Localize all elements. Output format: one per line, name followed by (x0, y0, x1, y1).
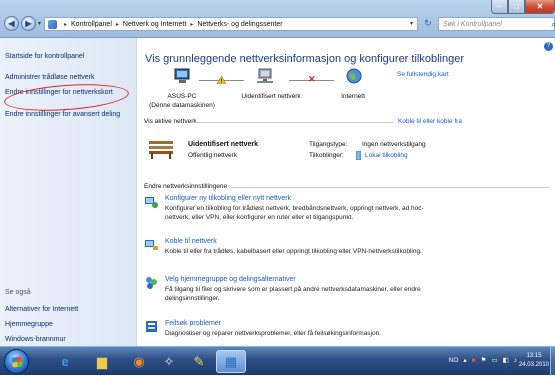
control-panel-icon (48, 19, 57, 29)
connect-disconnect-link[interactable]: Koble til eller koble fra (398, 118, 462, 125)
task-description: Koble til eller fra trådløs, kabelbasert… (165, 248, 422, 255)
troubleshoot-icon (146, 321, 157, 332)
see-full-map-link[interactable]: Se fullstendig kart (397, 71, 449, 78)
active-network-type[interactable]: Offentlig nettverk (188, 152, 237, 159)
sidebar-link-control-panel-home[interactable]: Startside for kontrollpanel (5, 53, 84, 62)
local-connection-icon (355, 150, 362, 162)
volume-icon[interactable]: ♪ (514, 357, 517, 364)
network-setup-icon (145, 197, 158, 208)
local-connection-link[interactable]: Lokal tilkobling (365, 152, 408, 159)
paint-app-icon[interactable]: ✎ (184, 350, 214, 373)
section-divider (193, 122, 393, 123)
history-dropdown-icon[interactable]: ▾ (38, 20, 41, 27)
globe-icon (346, 68, 362, 86)
forward-arrow-icon[interactable]: ▶ (21, 16, 36, 31)
connections-label: Tilkoblinger: (309, 152, 344, 159)
sidebar-link-advanced-sharing[interactable]: Endre innstillinger for avansert deling (5, 111, 137, 120)
network-status-icon[interactable]: ◧ (503, 356, 509, 364)
connect-network-icon (145, 240, 158, 250)
task-description: Diagnostiser og reparer nettverksproblem… (165, 330, 382, 337)
sidebar-link-windows-firewall[interactable]: Windows-brannmur (5, 336, 66, 345)
warning-icon (217, 76, 226, 84)
active-network-name: Uidentifisert nettverk (188, 141, 259, 148)
breadcrumb-network-sharing-center[interactable]: Nettverks- og delingssenter (197, 21, 282, 28)
public-network-bench-icon (147, 137, 175, 161)
chevron-right-icon[interactable]: ▸ (190, 21, 193, 28)
sidebar-link-homegroup[interactable]: Hjemmegruppe (5, 321, 53, 330)
chevron-right-icon[interactable]: ▸ (116, 21, 119, 28)
sidebar: Startside for kontrollpanel Administrer … (0, 38, 137, 346)
disconnected-x-icon: ✕ (308, 74, 316, 84)
help-icon[interactable]: ? (544, 42, 553, 51)
homegroup-icon (146, 277, 157, 289)
flag-icon[interactable]: ⚑ (481, 356, 487, 364)
display-icon[interactable]: ▭ (491, 356, 497, 364)
task-link-connect-network[interactable]: Koble til nettverk (165, 238, 217, 245)
file-explorer-icon[interactable]: ▆ (87, 350, 117, 373)
chevron-up-icon[interactable]: ▴ (463, 356, 466, 364)
access-type-label: Tilgangstype: (309, 141, 348, 148)
show-desktop-button[interactable] (550, 347, 555, 376)
window-titlebar: – □ ✕ ◀ ▶ ▾ ▸ Kontrollpanel ▸ Nettverk o… (0, 0, 555, 38)
system-tray: NO ▴ ■ ⚑ ▭ ◧ ♪ (449, 356, 517, 365)
refresh-icon[interactable]: ↻ (421, 18, 435, 30)
close-button[interactable]: ✕ (525, 0, 555, 14)
address-dropdown-icon[interactable]: ▾ (410, 20, 413, 27)
unidentified-network-label: Uidentifisert nettverk (241, 93, 301, 100)
taskbar: e ▆ ◉ ✧ ✎ ▦ NO ▴ ■ ⚑ ▭ ◧ ♪ 13:15 24.03.2… (0, 346, 555, 376)
this-computer-label: (Denne datamaskinen) (149, 102, 215, 109)
task-description: Få tilgang til filer og skrivere som er … (165, 286, 421, 302)
highlight-circle (3, 80, 130, 115)
active-networks-heading: Vis aktive nettverk (144, 118, 197, 125)
search-input[interactable]: Søk i Kontrollpanel ⌕ (438, 17, 555, 31)
computer-icon (174, 68, 192, 86)
pc-name-label: ASUS-PC (167, 93, 197, 100)
access-type-value: Ingen nettverkstilgang (362, 141, 426, 148)
back-arrow-icon[interactable]: ◀ (4, 16, 19, 31)
clock[interactable]: 13:15 24.03.2010 (519, 352, 549, 370)
breadcrumb-network-internet[interactable]: Nettverk og Internett (123, 21, 186, 28)
address-bar[interactable]: ▸ Kontrollpanel ▸ Nettverk og Internett … (44, 17, 418, 31)
change-settings-heading: Endre nettverksinnstillingene (144, 183, 228, 190)
sidebar-link-manage-wireless[interactable]: Administrer trådløse nettverk (5, 74, 94, 83)
network-icon (255, 68, 275, 86)
satellite-app-icon[interactable]: ✧ (154, 350, 184, 373)
section-divider (231, 187, 549, 188)
task-link-homegroup[interactable]: Velg hjemmegruppe og delingsalternativer (165, 276, 296, 283)
internet-label: Internett (341, 93, 365, 100)
language-indicator[interactable]: NO (449, 357, 459, 364)
media-player-icon[interactable]: ◉ (124, 350, 154, 373)
task-description: Konfigurer en tilkobling for trådløst ne… (165, 205, 424, 221)
chevron-right-icon[interactable]: ▸ (64, 21, 67, 28)
search-icon[interactable]: ⌕ (552, 20, 555, 30)
main-content: ? Vis grunnleggende nettverksinformasjon… (138, 38, 555, 346)
minimize-button[interactable]: – (491, 0, 508, 14)
network-tray-icon[interactable]: ■ (472, 357, 476, 364)
task-link-troubleshoot[interactable]: Feilsøk problemer (165, 320, 221, 327)
maximize-button[interactable]: □ (508, 0, 525, 14)
start-button[interactable] (4, 349, 29, 374)
breadcrumb-control-panel[interactable]: Kontrollpanel (71, 21, 112, 28)
control-panel-taskbar-icon[interactable]: ▦ (216, 350, 246, 373)
see-also-heading: Se også (5, 289, 31, 296)
internet-explorer-icon[interactable]: e (50, 350, 80, 373)
page-title: Vis grunnleggende nettverksinformasjon o… (145, 53, 464, 65)
sidebar-link-internet-options[interactable]: Alternativer for Internett (5, 306, 78, 315)
task-link-setup-connection[interactable]: Konfigurer ny tilkobling eller nytt nett… (165, 195, 291, 202)
clock-time: 13:15 (526, 353, 542, 359)
clock-date: 24.03.2010 (518, 362, 549, 368)
